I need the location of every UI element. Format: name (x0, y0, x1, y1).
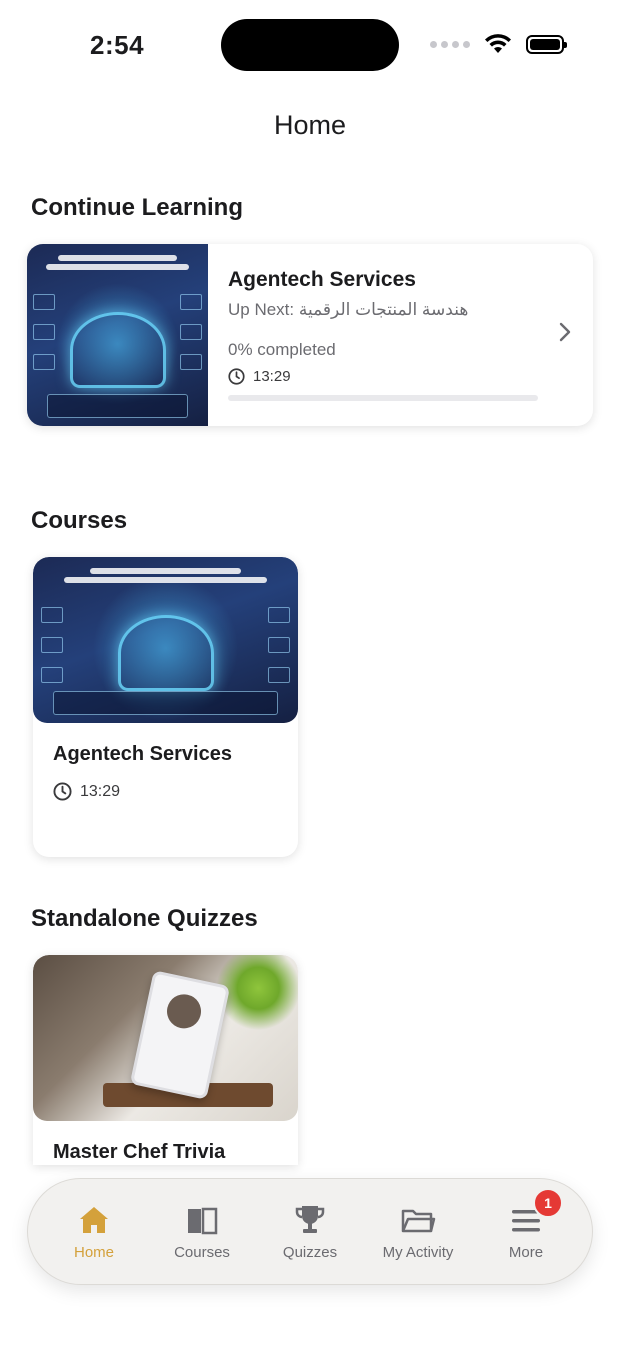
course-card[interactable]: Agentech Services 13:29 (33, 557, 298, 857)
clock-icon (228, 368, 245, 385)
wifi-icon (485, 34, 511, 53)
course-title: Agentech Services (53, 743, 232, 765)
page-title: Home (273, 110, 347, 140)
nav-item-my-activity[interactable]: My Activity (368, 1202, 468, 1261)
chevron-right-icon[interactable] (553, 320, 577, 344)
notification-badge: 1 (533, 1188, 563, 1218)
duration: 13:29 (53, 782, 278, 801)
progress-bar (228, 395, 538, 401)
folder-icon (401, 1209, 436, 1233)
bottom-nav: Home Courses Quizzes My Activity More 1 (27, 1178, 593, 1285)
up-next-text: Up Next: هندسة المنتجات الرقمية (228, 300, 469, 319)
continue-learning-card[interactable]: Agentech Services Up Next: هندسة المنتجا… (27, 244, 593, 426)
continue-learning-title: Continue Learning (31, 194, 243, 221)
dynamic-island (221, 19, 399, 71)
duration: 13:29 (228, 368, 543, 385)
clock-icon (53, 782, 72, 801)
nav-item-courses[interactable]: Courses (152, 1202, 252, 1261)
book-icon (188, 1207, 218, 1235)
nav-item-more[interactable]: More 1 (476, 1188, 576, 1261)
quiz-thumbnail (33, 955, 298, 1121)
standalone-quizzes-title: Standalone Quizzes (31, 905, 258, 932)
quiz-card[interactable]: Master Chef Trivia (33, 955, 298, 1165)
nav-item-quizzes[interactable]: Quizzes (260, 1202, 360, 1261)
trophy-icon (295, 1206, 325, 1233)
continue-course-title: Agentech Services (228, 268, 416, 291)
nav-label-my-activity: My Activity (382, 1244, 454, 1261)
course-thumbnail (27, 244, 208, 426)
nav-item-home[interactable]: Home (44, 1202, 144, 1261)
course-thumbnail (33, 557, 298, 723)
nav-label-quizzes: Quizzes (282, 1244, 338, 1261)
home-icon (80, 1207, 108, 1233)
status-icons (430, 33, 567, 55)
battery-icon (526, 34, 567, 54)
nav-label-courses: Courses (174, 1244, 230, 1261)
duration-text: 13:29 (253, 368, 291, 385)
nav-label-home: Home (73, 1244, 114, 1261)
courses-title: Courses (31, 507, 128, 534)
cellular-signal-icon (430, 40, 470, 48)
nav-label-more: More (508, 1244, 544, 1261)
status-time: 2:54 (90, 30, 145, 60)
duration-text: 13:29 (80, 782, 121, 800)
quiz-title: Master Chef Trivia (53, 1141, 226, 1163)
progress-text: 0% completed (228, 340, 336, 359)
